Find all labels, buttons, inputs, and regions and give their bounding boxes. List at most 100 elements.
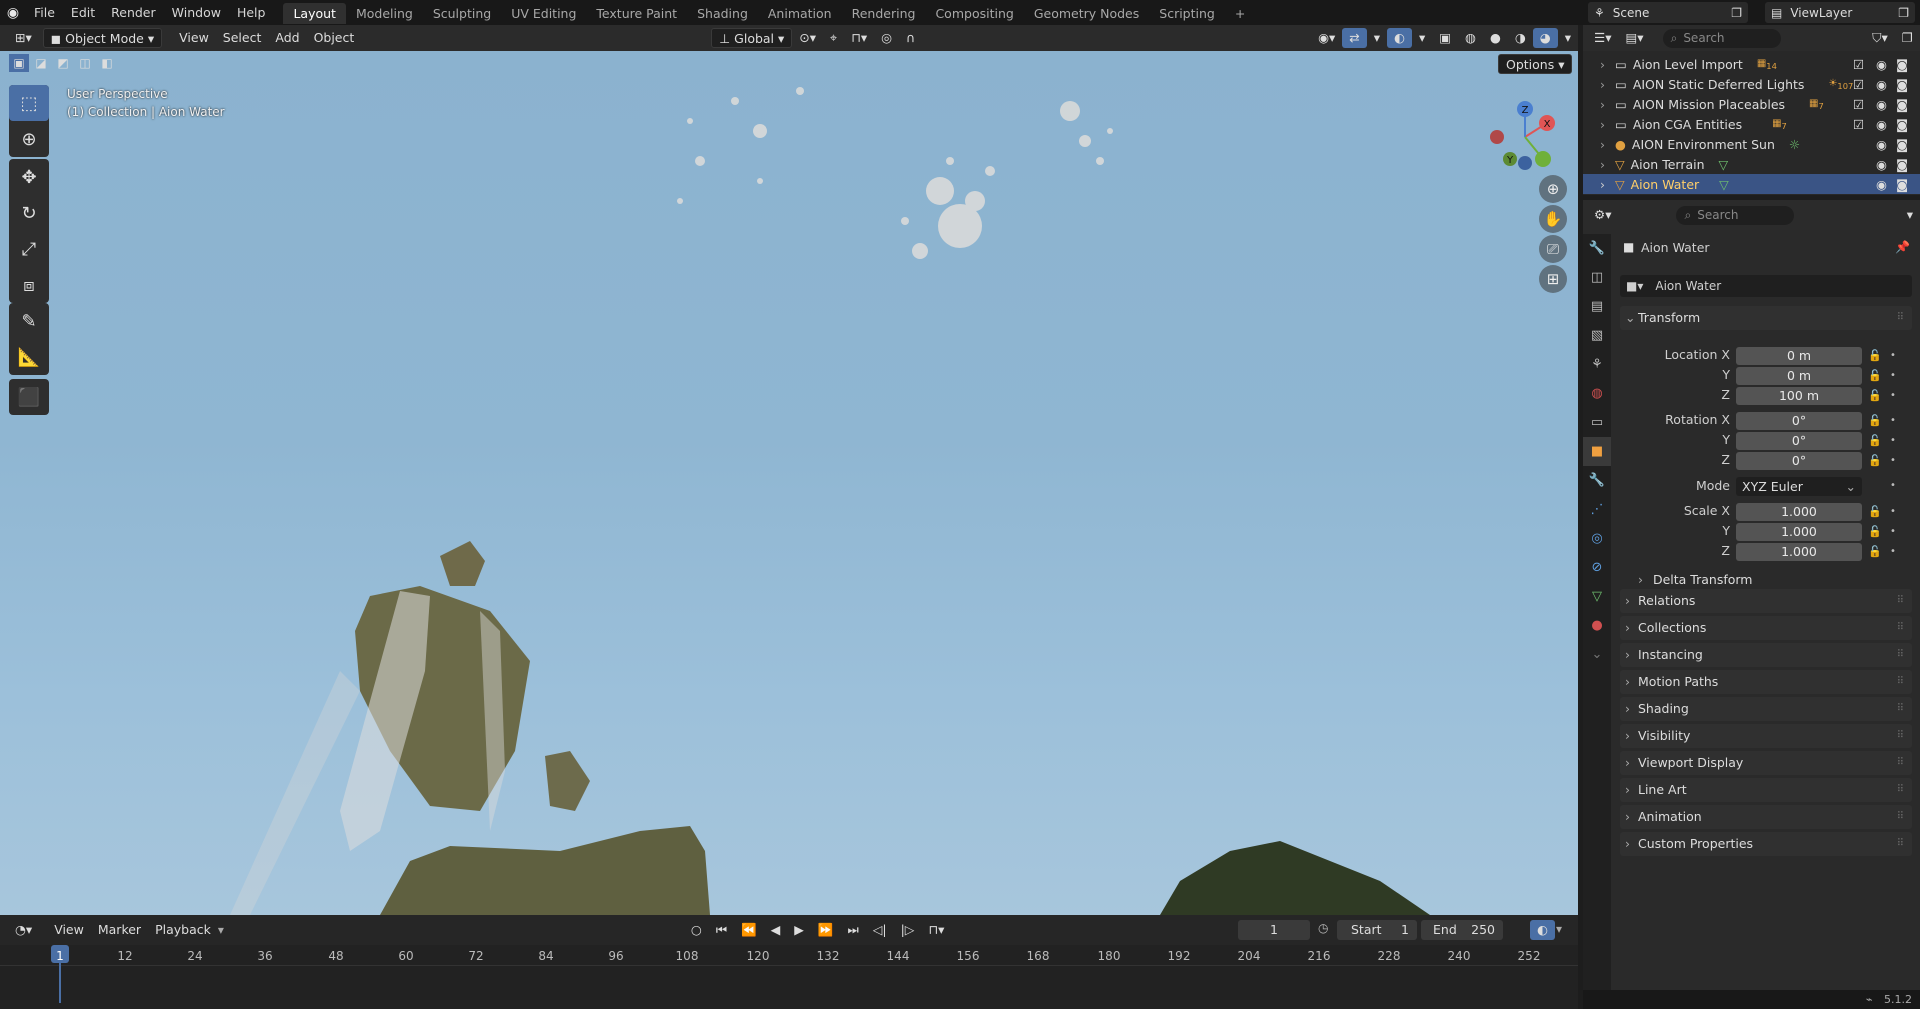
outliner-editor-icon[interactable]: ☰▾ — [1587, 28, 1618, 48]
scale-z-field[interactable]: 1.000 — [1736, 543, 1862, 561]
tab-sculpting[interactable]: Sculpting — [423, 3, 501, 24]
timeline-menu-view[interactable]: View — [47, 920, 91, 940]
shading-dropdown-icon[interactable]: ▾ — [1558, 28, 1578, 48]
pin-icon[interactable]: 📌 — [1895, 240, 1910, 254]
menu-help[interactable]: Help — [229, 0, 274, 25]
select-invert-icon[interactable]: ◫ — [75, 54, 95, 72]
annotate-icon[interactable]: ✎ — [9, 303, 49, 339]
timeline-editor-icon[interactable]: ◔▾ — [8, 920, 39, 940]
tab-compositing[interactable]: Compositing — [925, 3, 1023, 24]
gizmo-dropdown-icon[interactable]: ▾ — [1367, 28, 1387, 48]
scale-y-field[interactable]: 1.000 — [1736, 523, 1862, 541]
lock-icon[interactable]: 🔓 — [1868, 545, 1882, 558]
expand-arrow-icon[interactable]: › — [1583, 157, 1605, 172]
menu-select[interactable]: Select — [216, 28, 269, 48]
select-extend-icon[interactable]: ◪ — [31, 54, 51, 72]
timeline-menu-playback[interactable]: Playback — [148, 920, 218, 940]
panel-instancing[interactable]: › Instancing ⠿ — [1620, 643, 1912, 667]
timeline-menu-marker[interactable]: Marker — [91, 920, 148, 940]
move-icon[interactable]: ✥ — [9, 159, 49, 195]
visibility-eye-icon[interactable]: ◉ — [1876, 117, 1887, 132]
camera-view-icon[interactable]: ⎚ — [1539, 235, 1567, 263]
transform-icon[interactable]: ⧈ — [9, 267, 49, 303]
drag-handle-icon[interactable]: ⠿ — [1897, 778, 1904, 802]
checkbox-icon[interactable]: ☑ — [1853, 117, 1864, 132]
pivot-point-icon[interactable]: ⊙▾ — [792, 28, 823, 48]
checkbox-icon[interactable]: ☑ — [1853, 97, 1864, 112]
blender-logo-icon[interactable]: ◉ — [0, 5, 26, 21]
visibility-icon[interactable]: ◉▾ — [1311, 28, 1342, 48]
material-tab-icon[interactable]: ● — [1583, 611, 1611, 640]
lock-icon[interactable]: 🔓 — [1868, 349, 1882, 362]
tab-modeling[interactable]: Modeling — [346, 3, 423, 24]
auto-keying-icon[interactable]: ○ — [684, 920, 709, 940]
tab-uv-editing[interactable]: UV Editing — [501, 3, 586, 24]
jump-end-icon[interactable]: ⏭ — [840, 920, 865, 940]
timeline-overlay-icon[interactable]: ◐ — [1530, 920, 1555, 940]
timeline-overlay-dropdown-icon[interactable]: ▾ — [1556, 922, 1562, 936]
cursor-icon[interactable]: ⊕ — [9, 121, 49, 157]
select-box-icon[interactable]: ⬚ — [9, 85, 49, 121]
menu-edit[interactable]: Edit — [63, 0, 103, 25]
outliner-row-terrain[interactable]: › ▽ Aion Terrain ▽ ◉ ◙ — [1583, 154, 1920, 174]
tool-tab-icon[interactable]: 🔧 — [1583, 234, 1611, 263]
tab-geometry-nodes[interactable]: Geometry Nodes — [1024, 3, 1149, 24]
rotation-y-field[interactable]: 0° — [1736, 432, 1862, 450]
panel-custom-properties[interactable]: › Custom Properties ⠿ — [1620, 832, 1912, 856]
checkbox-icon[interactable]: ☑ — [1853, 77, 1864, 92]
start-frame-field[interactable]: Start 1 — [1337, 920, 1417, 940]
panel-line-art[interactable]: › Line Art ⠿ — [1620, 778, 1912, 802]
zoom-icon[interactable]: ⊕ — [1539, 175, 1567, 203]
visibility-eye-icon[interactable]: ◉ — [1876, 137, 1887, 152]
physics-tab-icon[interactable]: ◎ — [1583, 524, 1611, 553]
expand-arrow-icon[interactable]: › — [1583, 97, 1605, 112]
select-subtract-icon[interactable]: ◩ — [53, 54, 73, 72]
scene-tab-icon[interactable]: ⚘ — [1583, 350, 1611, 379]
visibility-eye-icon[interactable]: ◉ — [1876, 157, 1887, 172]
location-y-field[interactable]: 0 m — [1736, 367, 1862, 385]
snap-icon[interactable]: ⌖ — [823, 28, 844, 48]
overlay-dropdown-icon[interactable]: ▾ — [1412, 28, 1432, 48]
properties-editor-icon[interactable]: ⚙▾ — [1587, 205, 1618, 225]
keyframe-dot-icon[interactable]: • — [1890, 435, 1896, 446]
rotate-icon[interactable]: ↻ — [9, 195, 49, 231]
display-mode-icon[interactable]: ▤▾ — [1618, 28, 1650, 48]
play-icon[interactable]: ▶ — [787, 920, 811, 940]
keyframe-dot-icon[interactable]: • — [1890, 526, 1896, 537]
select-new-icon[interactable]: ▣ — [9, 54, 29, 72]
panel-motion-paths[interactable]: › Motion Paths ⠿ — [1620, 670, 1912, 694]
keyframe-dot-icon[interactable]: • — [1890, 506, 1896, 517]
tab-texture-paint[interactable]: Texture Paint — [586, 3, 687, 24]
tab-layout[interactable]: Layout — [283, 3, 346, 24]
navigation-gizmo[interactable]: X Z Y — [1485, 97, 1565, 177]
jump-start-icon[interactable]: ⏮ — [709, 920, 734, 940]
expand-arrow-icon[interactable]: › — [1583, 57, 1605, 72]
view-layer-tab-icon[interactable]: ▧ — [1583, 321, 1611, 350]
rendered-shading-icon[interactable]: ◕ — [1532, 28, 1558, 48]
drag-handle-icon[interactable]: ⠿ — [1897, 616, 1904, 640]
menu-object[interactable]: Object — [307, 28, 362, 48]
play-reverse-icon[interactable]: ◀ — [764, 920, 788, 940]
modifier-tab-icon[interactable]: 🔧 — [1583, 466, 1611, 495]
outliner-row-mission-placeables[interactable]: › ▭ AION Mission Placeables ▦7 ☑ ◉ ◙ — [1583, 94, 1920, 114]
transform-panel-header[interactable]: ⌄ Transform ⠿ — [1620, 306, 1912, 330]
add-workspace-button[interactable]: + — [1225, 3, 1255, 24]
visibility-eye-icon[interactable]: ◉ — [1876, 57, 1887, 72]
keyframe-prev-icon[interactable]: ◁| — [866, 920, 894, 940]
panel-relations[interactable]: › Relations ⠿ — [1620, 589, 1912, 613]
material-shading-icon[interactable]: ◑ — [1508, 28, 1533, 48]
menu-file[interactable]: File — [26, 0, 63, 25]
drag-handle-icon[interactable]: ⠿ — [1897, 724, 1904, 748]
render-camera-icon[interactable]: ◙ — [1896, 97, 1908, 112]
keyframe-dot-icon[interactable]: • — [1890, 415, 1896, 426]
keyframe-dot-icon[interactable]: • — [1890, 370, 1896, 381]
proportional-falloff-icon[interactable]: ∩ — [899, 28, 922, 48]
data-tab-icon[interactable]: ▽ — [1583, 582, 1611, 611]
panel-viewport-display[interactable]: › Viewport Display ⠿ — [1620, 751, 1912, 775]
render-camera-icon[interactable]: ◙ — [1896, 137, 1908, 152]
drag-handle-icon[interactable]: ⠿ — [1897, 697, 1904, 721]
properties-options-icon[interactable]: ▾ — [1900, 205, 1920, 225]
location-z-field[interactable]: 100 m — [1736, 387, 1862, 405]
current-frame-field[interactable]: 1 — [1238, 920, 1310, 940]
panel-shading[interactable]: › Shading ⠿ — [1620, 697, 1912, 721]
